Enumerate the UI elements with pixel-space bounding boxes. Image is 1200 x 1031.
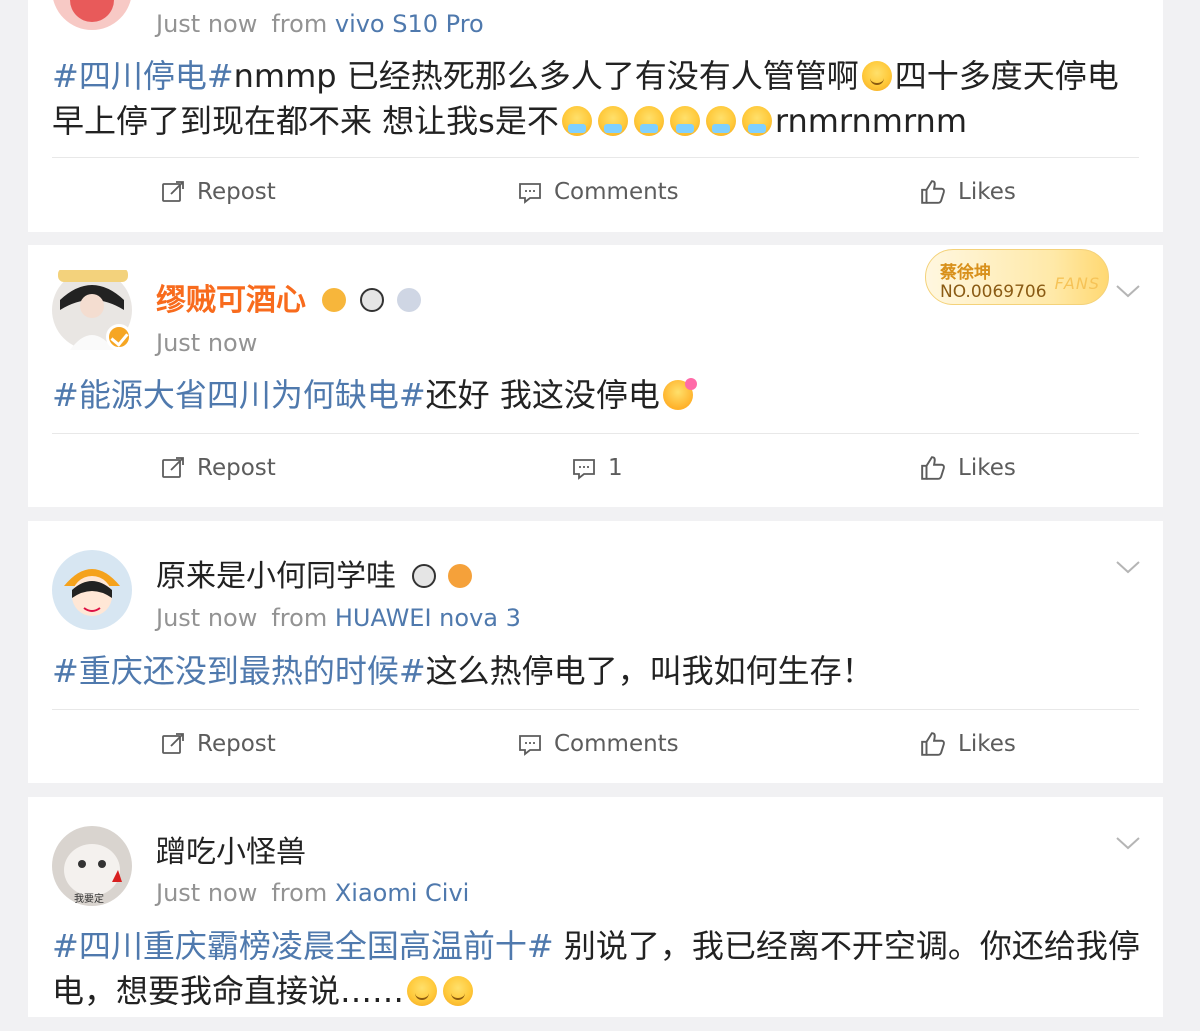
from-label: from <box>271 879 328 907</box>
avatar[interactable] <box>52 550 132 630</box>
avatar[interactable]: 我要定 <box>52 826 132 906</box>
like-icon <box>921 456 945 480</box>
comment-icon <box>573 459 595 480</box>
repost-button[interactable]: Repost <box>161 179 276 205</box>
hot-face-emoji-icon <box>705 106 736 136</box>
post-text-part: 这么热停电了，叫我如何生存！ <box>425 652 874 690</box>
username[interactable]: 蹭吃小怪兽 <box>156 827 306 871</box>
likes-label: Likes <box>958 731 1016 757</box>
hot-face-emoji-icon <box>669 106 700 136</box>
divider <box>52 433 1139 434</box>
chevron-down-icon[interactable] <box>1115 835 1141 851</box>
panda-badge-icon <box>411 563 436 588</box>
hashtag-link[interactable]: #重庆还没到最热的时候# <box>52 652 426 690</box>
fans-badge[interactable]: 蔡徐坤 NO.0069706 FANS <box>925 249 1109 305</box>
like-icon <box>921 732 945 756</box>
device-source[interactable]: HUAWEI nova 3 <box>335 604 521 632</box>
post-time: Just now <box>156 329 258 357</box>
repost-label: Repost <box>197 731 276 757</box>
post-meta: Just now from Xiaomi Civi <box>156 879 469 907</box>
avatar[interactable] <box>52 0 132 30</box>
device-source[interactable]: vivo S10 Pro <box>335 10 484 38</box>
comments-count: 1 <box>608 455 623 481</box>
like-button[interactable]: Likes <box>920 179 1016 205</box>
post-text: #能源大省四川为何缺电#还好 我这没停电 <box>52 373 1142 418</box>
smile-emoji-icon <box>443 976 474 1006</box>
comments-button[interactable]: 1 <box>572 455 623 481</box>
shrug-emoji-icon <box>861 61 892 91</box>
post-time: Just now <box>156 10 258 38</box>
like-button[interactable]: Likes <box>920 455 1016 481</box>
hot-face-emoji-icon <box>597 106 628 136</box>
post-text: #重庆还没到最热的时候#这么热停电了，叫我如何生存！ <box>52 649 1142 694</box>
post-text-part: rnmrnmrnm <box>774 102 967 140</box>
post-text-part: 还好 我这没停电 <box>425 376 660 414</box>
user-badges <box>411 557 476 592</box>
post-time: Just now <box>156 604 258 632</box>
like-icon <box>921 180 945 204</box>
device-source[interactable]: Xiaomi Civi <box>335 879 469 907</box>
username[interactable]: 原来是小何同学哇 <box>156 551 475 595</box>
post-text: #四川重庆霸榜凌晨全国高温前十# 别说了，我已经离不开空调。你还给我停电，想要我… <box>52 924 1142 1014</box>
comments-label: Comments <box>554 731 679 757</box>
hot-face-emoji-icon <box>561 106 592 136</box>
hashtag-link[interactable]: #四川停电# <box>52 57 234 95</box>
fans-badge-number: NO.0069706 <box>940 282 1047 302</box>
party-emoji-icon <box>662 378 697 410</box>
user-badges <box>322 281 424 316</box>
repost-label: Repost <box>197 455 276 481</box>
panda-badge-icon <box>359 287 384 312</box>
likes-label: Likes <box>958 455 1016 481</box>
likes-label: Likes <box>958 179 1016 205</box>
from-label: from <box>271 10 328 38</box>
post-card: 原来是小何同学哇 Just now from HUAWEI nova 3 #重庆还… <box>28 521 1163 783</box>
comment-icon <box>519 735 541 756</box>
avatar[interactable] <box>52 270 132 350</box>
hashtag-link[interactable]: #四川重庆霸榜凌晨全国高温前十# <box>52 927 554 965</box>
post-card: Just now from vivo S10 Pro #四川停电#nmmp 已经热… <box>28 0 1163 232</box>
repost-button[interactable]: Repost <box>161 455 276 481</box>
comment-icon <box>519 183 541 204</box>
fans-badge-name: 蔡徐坤 <box>940 263 991 283</box>
username[interactable]: 缪贼可酒心 <box>156 275 424 319</box>
hot-face-emoji-icon <box>633 106 664 136</box>
post-meta: Just now from HUAWEI nova 3 <box>156 604 521 632</box>
like-button[interactable]: Likes <box>920 731 1016 757</box>
medal-badge-icon <box>397 287 422 312</box>
chevron-down-icon[interactable] <box>1115 559 1141 575</box>
divider <box>52 157 1139 158</box>
post-time: Just now <box>156 879 258 907</box>
from-label: from <box>271 604 328 632</box>
divider <box>52 709 1139 710</box>
smile-emoji-icon <box>407 976 438 1006</box>
fans-badge-label: FANS <box>1054 274 1100 293</box>
post-text: #四川停电#nmmp 已经热死那么多人了有没有人管管啊 四十多度天停电早上停了到现… <box>52 54 1142 144</box>
hot-face-emoji-icon <box>741 106 772 136</box>
repost-icon <box>162 181 184 202</box>
repost-button[interactable]: Repost <box>161 731 276 757</box>
post-card: 缪贼可酒心 蔡徐坤 NO.0069706 FANS Just now #能源大省… <box>28 245 1163 507</box>
repost-icon <box>162 733 184 754</box>
repost-icon <box>162 457 184 478</box>
comments-button[interactable]: Comments <box>518 731 679 757</box>
repost-label: Repost <box>197 179 276 205</box>
comments-button[interactable]: Comments <box>518 179 679 205</box>
chevron-down-icon[interactable] <box>1115 283 1141 299</box>
post-meta: Just now from vivo S10 Pro <box>156 10 484 38</box>
post-meta: Just now <box>156 329 257 357</box>
post-text-part: nmmp 已经热死那么多人了有没有人管管啊 <box>233 57 859 95</box>
post-card: 我要定 蹭吃小怪兽 Just now from Xiaomi Civi #四川重庆… <box>28 797 1163 1017</box>
avatar-caption: 我要定 <box>74 894 104 905</box>
comments-label: Comments <box>554 179 679 205</box>
verified-icon <box>106 324 132 350</box>
hashtag-link[interactable]: #能源大省四川为何缺电# <box>52 376 426 414</box>
vip-badge-icon <box>322 287 347 312</box>
fish-badge-icon <box>448 563 473 588</box>
